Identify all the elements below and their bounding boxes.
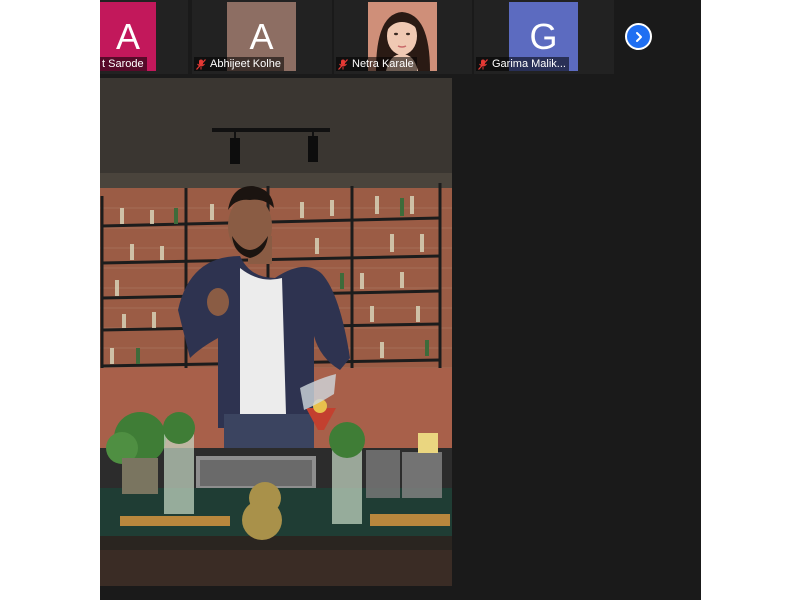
participant-strip: A t Sarode A Abhijeet Kolhe Netra Karale… (100, 0, 652, 76)
participant-name: t Sarode (102, 58, 144, 70)
participant-name-tag: Netra Karale (336, 57, 417, 71)
participant-name-tag: Abhijeet Kolhe (194, 57, 284, 71)
participant-name: Garima Malik... (492, 58, 566, 70)
participant-name-tag: t Sarode (100, 57, 147, 71)
mic-muted-icon (338, 58, 348, 70)
mic-muted-icon (478, 58, 488, 70)
participant-tile[interactable]: A t Sarode (100, 0, 188, 74)
video-call-window: A t Sarode A Abhijeet Kolhe Netra Karale… (100, 0, 701, 600)
speaker-video-image (100, 78, 452, 586)
next-participants-button[interactable] (625, 23, 652, 50)
participant-tile[interactable]: Netra Karale (334, 0, 472, 74)
participant-name: Netra Karale (352, 58, 414, 70)
participant-tile[interactable]: A Abhijeet Kolhe (192, 0, 332, 74)
chevron-right-icon (635, 31, 642, 42)
empty-panel (452, 78, 701, 600)
mic-muted-icon (196, 58, 206, 70)
participant-tile[interactable]: G Garima Malik... (474, 0, 614, 74)
main-video-feed (100, 78, 452, 586)
participant-name: Abhijeet Kolhe (210, 58, 281, 70)
participant-name-tag: Garima Malik... (476, 57, 569, 71)
